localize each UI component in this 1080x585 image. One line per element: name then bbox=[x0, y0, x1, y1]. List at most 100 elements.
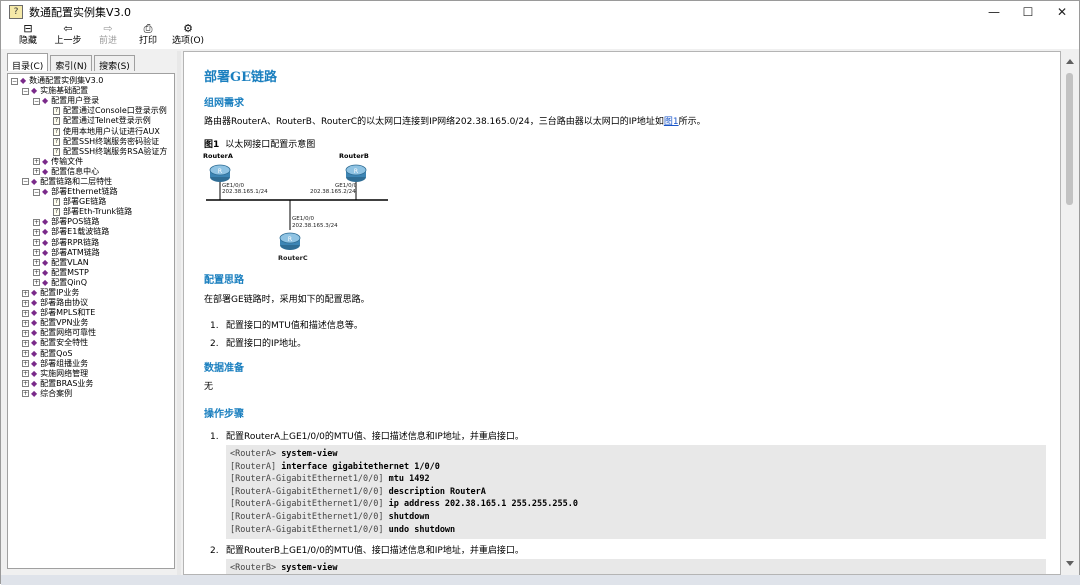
tree-item[interactable]: ? 部署Eth-Trunk链路 bbox=[11, 207, 174, 217]
nav-tab[interactable]: 目录(C) bbox=[7, 53, 49, 72]
expand-icon[interactable]: + bbox=[22, 350, 29, 358]
minimize-button[interactable]: — bbox=[977, 1, 1011, 23]
code-command: undo shutdown bbox=[388, 524, 456, 535]
tree-item[interactable]: + ◆ 配置信息中心 bbox=[11, 167, 174, 177]
book-icon: ◆ bbox=[31, 368, 38, 378]
tree-item[interactable]: + ◆ 配置BRAS业务 bbox=[11, 379, 174, 389]
tree-item[interactable]: + ◆ 部署E1载波链路 bbox=[11, 227, 174, 237]
tree-item[interactable]: ? 配置SSH终端服务RSA验证方 bbox=[11, 147, 174, 157]
expand-icon[interactable]: + bbox=[22, 309, 29, 317]
code-line: <RouterB> system-view bbox=[230, 562, 1042, 574]
pane-splitter[interactable] bbox=[177, 51, 181, 575]
toolbar-button-back[interactable]: ⇦ 上一步 bbox=[49, 23, 87, 47]
router-a-icon: R bbox=[209, 164, 231, 182]
section-heading-approach: 配置思路 bbox=[204, 275, 244, 286]
tree-item-label: 配置链路和二层特性 bbox=[40, 176, 113, 186]
tree-item-label: 配置VLAN bbox=[51, 257, 89, 267]
tree-item[interactable]: ? 配置通过Console口登录示例 bbox=[11, 106, 174, 116]
tree-item[interactable]: + ◆ 配置QinQ bbox=[11, 278, 174, 288]
figure1-link[interactable]: 图1 bbox=[664, 117, 679, 127]
book-icon: ◆ bbox=[42, 187, 49, 197]
expand-icon[interactable]: + bbox=[22, 370, 29, 378]
content-scroll-thumb[interactable] bbox=[1066, 73, 1073, 205]
tree-item[interactable]: + ◆ 传输文件 bbox=[11, 157, 174, 167]
expand-icon[interactable]: + bbox=[33, 269, 40, 277]
expand-icon[interactable]: + bbox=[22, 339, 29, 347]
expand-icon[interactable]: + bbox=[33, 158, 40, 166]
data-text: 无 bbox=[204, 382, 214, 392]
expand-icon[interactable]: + bbox=[33, 279, 40, 287]
collapse-icon[interactable]: − bbox=[22, 178, 29, 186]
page-title: 部署GE链路 bbox=[204, 70, 278, 85]
router-c-label: RouterC bbox=[278, 254, 308, 262]
tree-item[interactable]: + ◆ 综合案例 bbox=[11, 389, 174, 399]
expand-icon[interactable]: + bbox=[22, 329, 29, 337]
nav-tab[interactable]: 索引(N) bbox=[50, 55, 93, 72]
tree-item[interactable]: + ◆ 部署POS链路 bbox=[11, 217, 174, 227]
expand-icon[interactable]: + bbox=[22, 319, 29, 327]
router-b-label: RouterB bbox=[339, 152, 369, 160]
toolbar-button-forward[interactable]: ⇨ 前进 bbox=[89, 23, 127, 47]
approach-item: 2. 配置接口的IP地址。 bbox=[210, 339, 307, 349]
expand-icon[interactable]: + bbox=[33, 239, 40, 247]
tree-item[interactable]: − ◆ 配置链路和二层特性 bbox=[11, 176, 174, 187]
approach-item: 1. 配置接口的MTU值和描述信息等。 bbox=[210, 321, 363, 331]
tree-item[interactable]: + ◆ 实施网络管理 bbox=[11, 368, 174, 379]
tree-item[interactable]: ? 部署GE链路 bbox=[11, 197, 174, 207]
tree-item[interactable]: + ◆ 配置网络可靠性 bbox=[11, 328, 174, 338]
book-icon: ◆ bbox=[20, 76, 27, 86]
tree-item[interactable]: ? 配置通过Telnet登录示例 bbox=[11, 116, 174, 126]
collapse-icon[interactable]: − bbox=[33, 188, 40, 196]
toolbar-button-options[interactable]: ⚙ 选项(O) bbox=[169, 23, 207, 47]
expand-icon[interactable]: + bbox=[33, 249, 40, 257]
expand-icon[interactable]: + bbox=[33, 228, 40, 236]
close-button[interactable]: ✕ bbox=[1045, 1, 1079, 23]
tree-item[interactable]: ? 使用本地用户认证进行AUX bbox=[11, 126, 174, 136]
tree-item[interactable]: + ◆ 配置安全特性 bbox=[11, 338, 174, 348]
toolbar-button-print[interactable]: ⎙ 打印 bbox=[129, 23, 167, 47]
tree-item[interactable]: − ◆ 部署Ethernet链路 bbox=[11, 187, 174, 197]
scroll-down-arrow-icon[interactable] bbox=[1066, 561, 1074, 566]
expand-icon[interactable]: + bbox=[33, 218, 40, 226]
router-c-node: R bbox=[279, 230, 301, 252]
book-icon: ◆ bbox=[42, 267, 49, 277]
code-line: [RouterA] interface gigabitethernet 1/0/… bbox=[230, 461, 1042, 474]
collapse-icon[interactable]: − bbox=[11, 77, 18, 85]
expand-icon[interactable]: + bbox=[22, 299, 29, 307]
collapse-icon[interactable]: − bbox=[22, 87, 29, 95]
tree-item[interactable]: + ◆ 部署组播业务 bbox=[11, 358, 174, 369]
collapse-icon[interactable]: − bbox=[33, 97, 40, 105]
book-icon: ◆ bbox=[31, 358, 38, 368]
tree-item[interactable]: ? 配置SSH终端服务密码验证 bbox=[11, 137, 174, 147]
expand-icon[interactable]: + bbox=[22, 390, 29, 398]
tree-item[interactable]: + ◆ 配置VPN业务 bbox=[11, 318, 174, 328]
tree-item[interactable]: + ◆ 部署RPR链路 bbox=[11, 237, 174, 248]
tree-item[interactable]: − ◆ 实施基础配置 bbox=[11, 86, 174, 96]
tree-item[interactable]: + ◆ 部署ATM链路 bbox=[11, 248, 174, 258]
tree-item[interactable]: + ◆ 配置MSTP bbox=[11, 267, 174, 278]
expand-icon[interactable]: + bbox=[33, 259, 40, 267]
scroll-up-arrow-icon[interactable] bbox=[1066, 59, 1074, 64]
tree-item[interactable]: + ◆ 配置IP业务 bbox=[11, 288, 174, 298]
expand-icon[interactable]: + bbox=[22, 289, 29, 297]
nav-tab[interactable]: 搜索(S) bbox=[94, 55, 135, 72]
help-page-icon: ? bbox=[53, 117, 60, 126]
help-page-icon: ? bbox=[53, 107, 60, 116]
tree-item[interactable]: + ◆ 配置QoS bbox=[11, 349, 174, 359]
expand-icon[interactable]: + bbox=[22, 380, 29, 388]
maximize-button[interactable]: ☐ bbox=[1011, 1, 1045, 23]
help-app-icon: ? bbox=[9, 5, 23, 19]
router-b-ip: 202.38.165.2/24 bbox=[310, 189, 356, 195]
tree-item[interactable]: + ◆ 部署路由协议 bbox=[11, 298, 174, 308]
tree-item[interactable]: − ◆ 配置用户登录 bbox=[11, 96, 174, 106]
tree-item[interactable]: + ◆ 配置VLAN bbox=[11, 257, 174, 268]
tree-item[interactable]: + ◆ 部署MPLS和TE bbox=[11, 308, 174, 318]
content-vertical-scrollbar[interactable] bbox=[1062, 51, 1078, 575]
toolbar-button-hide[interactable]: ⊟ 隐藏 bbox=[9, 23, 47, 47]
expand-icon[interactable]: + bbox=[33, 168, 40, 176]
tree-item[interactable]: − ◆ 数通配置实例集V3.0 bbox=[11, 76, 174, 86]
tree-item-label: 部署RPR链路 bbox=[51, 237, 100, 247]
expand-icon[interactable]: + bbox=[22, 360, 29, 368]
requirement-tail: 所示。 bbox=[678, 117, 706, 127]
